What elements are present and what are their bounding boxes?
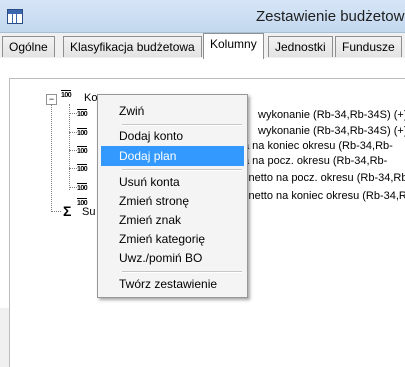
menu-item-tworz-zestawienie[interactable]: Twórz zestawienie bbox=[101, 274, 244, 294]
sigma-icon: Σ bbox=[63, 203, 72, 219]
menu-item-uwz-pomin-bo[interactable]: Uwz./pomiń BO bbox=[101, 248, 244, 268]
tree-row-label[interactable]: wykonanie (Rb-34,Rb-34S) (+) z bbox=[258, 125, 405, 137]
menu-item-zmien-strone[interactable]: Zmień stronę bbox=[101, 191, 244, 211]
menu-item-zmien-kategorie[interactable]: Zmień kategorię bbox=[101, 229, 244, 249]
menu-separator bbox=[122, 271, 242, 273]
account-100-icon: 100 bbox=[77, 146, 88, 155]
tree-row-label[interactable]: i netto na pocz. okresu (Rb-34,Rb bbox=[243, 172, 405, 184]
menu-item-usun-konta[interactable]: Usuń konta bbox=[101, 172, 244, 192]
title-bar: Zestawienie budżetowe bbox=[0, 0, 405, 33]
window-title: Zestawienie budżetowe bbox=[256, 8, 405, 25]
tab-jednostki[interactable]: Jednostki bbox=[268, 36, 333, 57]
account-100-icon: 100 bbox=[77, 164, 88, 173]
context-menu: Zwiń Dodaj konto Dodaj plan Usuń konta Z… bbox=[97, 94, 248, 298]
tree-row-label[interactable]: i netto na koniec okresu (Rb-34,Rb bbox=[243, 190, 405, 202]
tab-strip: Ogólne Klasyfikacja budżetowa Kolumny Je… bbox=[0, 32, 405, 59]
tab-klasyfikacja-budzetowa[interactable]: Klasyfikacja budżetowa bbox=[63, 36, 202, 57]
tree-row-label[interactable]: a na pocz. okresu (Rb-34,Rb- bbox=[243, 155, 387, 167]
menu-separator bbox=[122, 169, 242, 171]
account-100-icon: 100 bbox=[77, 128, 88, 137]
tree-connector bbox=[69, 104, 71, 190]
account-100-icon: 100 bbox=[61, 90, 72, 99]
tab-kolumny[interactable]: Kolumny bbox=[203, 33, 264, 59]
tab-ogolne[interactable]: Ogólne bbox=[2, 36, 55, 57]
account-100-icon: 100 bbox=[77, 183, 88, 192]
tree-connector bbox=[51, 104, 53, 210]
tree-connector bbox=[69, 132, 77, 134]
tree-root-label[interactable]: Ko bbox=[84, 92, 97, 104]
tree-connector bbox=[69, 168, 77, 170]
account-100-icon: 100 bbox=[77, 109, 88, 118]
tree-connector bbox=[69, 113, 77, 115]
tree-connector bbox=[69, 187, 77, 189]
tab-fundusze[interactable]: Fundusze bbox=[335, 36, 402, 57]
tree-connector bbox=[51, 211, 61, 213]
app-window-icon[interactable] bbox=[7, 9, 23, 24]
menu-item-dodaj-konto[interactable]: Dodaj konto bbox=[101, 126, 244, 146]
tree-row-label[interactable]: a na koniec okresu (Rb-34,Rb- bbox=[243, 140, 393, 152]
tree-row-label[interactable]: wykonanie (Rb-34,Rb-34S) (+) T bbox=[258, 109, 405, 121]
menu-item-dodaj-plan[interactable]: Dodaj plan bbox=[101, 146, 244, 166]
menu-item-zmien-znak[interactable]: Zmień znak bbox=[101, 210, 244, 230]
tree-sum-label[interactable]: Su bbox=[82, 206, 95, 218]
tree-connector bbox=[69, 150, 77, 152]
menu-item-zwin[interactable]: Zwiń bbox=[101, 101, 244, 121]
